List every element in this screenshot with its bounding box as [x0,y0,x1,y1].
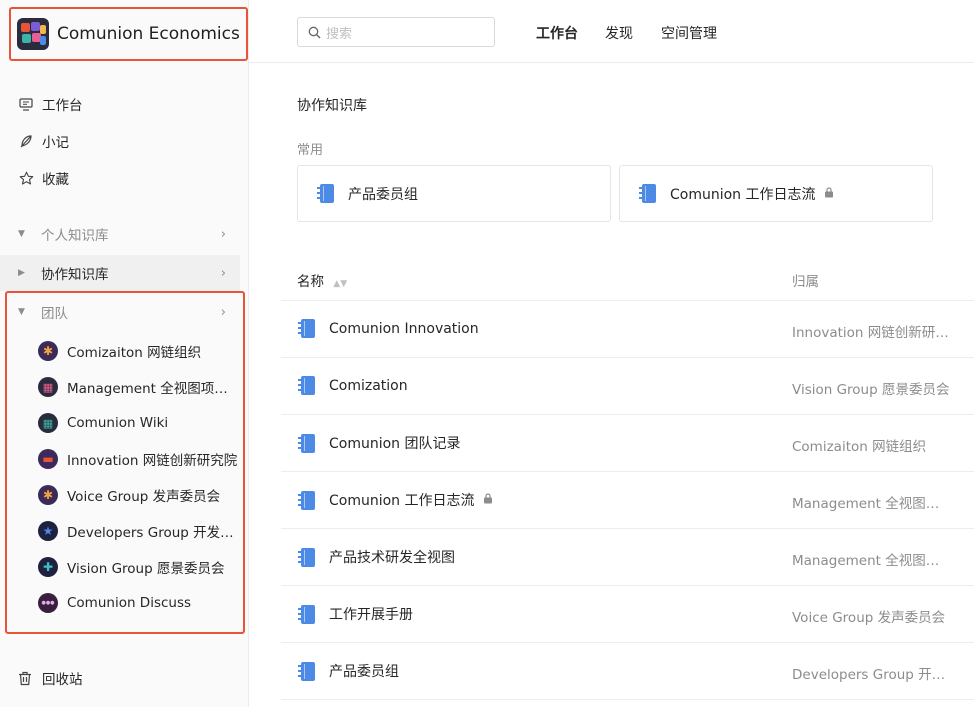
team-item[interactable]: ★ Developers Group 开发者... [38,520,238,542]
nav-trash[interactable]: 回收站 [18,668,83,688]
team-avatar: ▬ [38,449,58,469]
nav-notes[interactable]: 小记 [18,129,69,153]
section-label: 团队 [41,306,68,322]
sort-icon: ▲▼ [333,279,348,289]
team-item[interactable]: ✚ Vision Group 愿景委员会 [38,556,238,578]
table-row[interactable]: Comization Vision Group 愿景委员会 [281,358,974,415]
nav-label: 收藏 [42,172,69,188]
tab-discover[interactable]: 发现 [605,23,633,43]
workspace-title: Comunion Economics [57,24,240,44]
book-icon [317,184,334,203]
column-header-name[interactable]: 名称 ▲▼ [297,270,347,290]
row-owner: Voice Group 发声委员会 [792,610,946,626]
table-row[interactable]: Comunion Innovation Innovation 网链创新研… [281,301,974,358]
book-icon [298,319,315,338]
book-icon [298,661,315,681]
nav-label: 回收站 [42,672,83,688]
search-icon [308,26,321,39]
row-owner: Management 全视图项… [792,496,952,512]
row-divider [281,699,974,700]
team-item[interactable]: ●●● Comunion Discuss [38,592,238,614]
page-title: 协作知识库 [297,98,367,114]
section-collab-library[interactable]: ▶ 协作知识库 › [0,255,240,291]
section-personal-library[interactable]: ▼ 个人知识库 › [0,216,240,252]
workspace-logo [17,18,49,50]
row-owner: Vision Group 愿景委员会 [792,382,950,398]
table-row[interactable]: 产品技术研发全视图 Management 全视图项… [281,529,974,586]
team-avatar: ★ [38,521,58,541]
lock-icon [483,492,493,508]
header-divider [249,62,974,63]
sidebar: Comunion Economics 工作台 小记 收藏 ▼ 个人知识库 › ▶… [0,0,249,707]
table-row[interactable]: 工作开展手册 Voice Group 发声委员会 [281,586,974,643]
nav-favorites[interactable]: 收藏 [18,166,69,190]
table-row[interactable]: Comunion 工作日志流 Management 全视图项… [281,472,974,529]
chevron-right-icon: › [220,265,226,281]
team-item[interactable]: ▬ Innovation 网链创新研究院 [38,448,238,470]
column-header-owner: 归属 [792,274,819,290]
book-icon [298,376,315,395]
section-team[interactable]: ▼ 团队 › [0,294,240,330]
star-icon [18,170,34,186]
table-row[interactable]: 产品委员组 Developers Group 开发… [281,643,974,700]
team-avatar: ●●● [38,593,58,613]
book-icon [298,490,315,510]
team-avatar: ✱ [38,341,58,361]
tab-space-management[interactable]: 空间管理 [661,23,717,43]
nav-label: 工作台 [42,98,83,114]
book-icon [639,184,656,203]
tab-workbench[interactable]: 工作台 [536,23,578,43]
caret-down-icon: ▼ [18,307,25,317]
trash-icon [18,671,34,686]
row-owner: Developers Group 开发… [792,667,952,683]
section-label: 协作知识库 [41,267,109,283]
common-card[interactable]: Comunion 工作日志流 [619,165,933,222]
caret-down-icon: ▼ [18,229,25,239]
search-input[interactable]: 搜索 [297,17,495,47]
team-avatar: ✱ [38,485,58,505]
row-owner: Innovation 网链创新研… [792,325,949,341]
caret-right-icon: ▶ [18,268,25,278]
team-avatar: ▦ [38,413,58,433]
feather-icon [18,133,34,149]
team-avatar: ▦ [38,377,58,397]
chevron-right-icon: › [220,226,226,242]
lock-icon [824,186,834,202]
chevron-right-icon: › [220,304,226,320]
team-item[interactable]: ✱ Voice Group 发声委员会 [38,484,238,506]
nav-workbench[interactable]: 工作台 [18,92,83,116]
team-avatar: ✚ [38,557,58,577]
monitor-icon [18,96,34,112]
team-item[interactable]: ▦ Comunion Wiki [38,412,238,434]
common-card[interactable]: 产品委员组 [297,165,611,222]
common-label: 常用 [297,143,324,158]
section-label: 个人知识库 [41,228,109,244]
book-icon [298,433,315,453]
book-icon [298,604,315,624]
row-owner: Comizaiton 网链组织 [792,439,927,455]
nav-label: 小记 [42,135,69,151]
table-row[interactable]: Comunion 团队记录 Comizaiton 网链组织 [281,415,974,472]
team-item[interactable]: ▦ Management 全视图项目... [38,376,238,398]
workspace-brand[interactable]: Comunion Economics [9,7,248,61]
team-item[interactable]: ✱ Comizaiton 网链组织 [38,340,238,362]
row-owner: Management 全视图项… [792,553,952,569]
search-placeholder: 搜索 [326,26,353,42]
book-icon [298,547,315,567]
